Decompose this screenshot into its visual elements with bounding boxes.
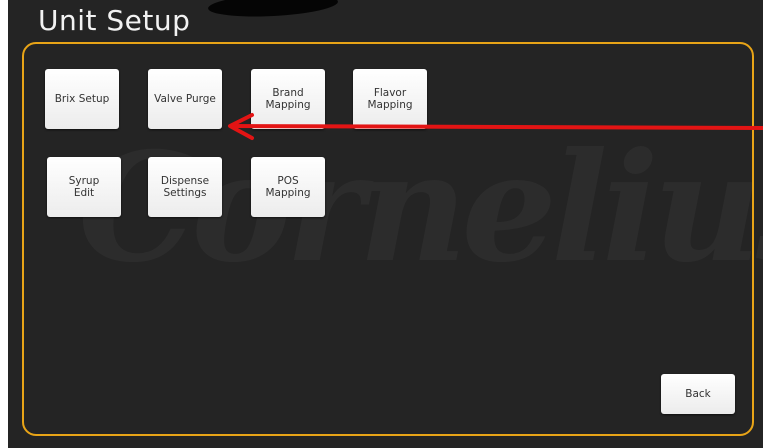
red-arrow-icon [228,113,763,140]
